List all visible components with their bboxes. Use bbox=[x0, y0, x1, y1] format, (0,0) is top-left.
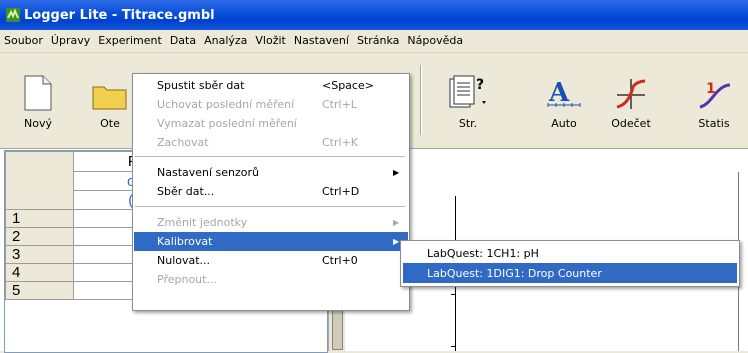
examine-button[interactable]: Odečet bbox=[601, 59, 661, 139]
svg-text:?: ? bbox=[476, 77, 484, 93]
menu-item-sensor-setup[interactable]: Nastavení senzorů ▶ bbox=[134, 163, 408, 182]
window-title: Logger Lite - Titrace.gmbl bbox=[24, 7, 215, 23]
menu-item-data-collection[interactable]: Sběr dat... Ctrl+D bbox=[134, 182, 408, 201]
graph-y-tick bbox=[451, 346, 455, 347]
submenu-item-ph-sensor[interactable]: LabQuest: 1CH1: pH bbox=[403, 243, 737, 263]
statistics-icon: 1 bbox=[696, 67, 732, 111]
menu-vlozit[interactable]: Vložit bbox=[251, 31, 289, 51]
menu-separator bbox=[135, 156, 405, 157]
menu-soubor[interactable]: Soubor bbox=[0, 31, 47, 51]
menu-stranka[interactable]: Stránka bbox=[353, 31, 403, 51]
examine-icon bbox=[613, 67, 649, 111]
menu-item-clear-latest[interactable]: Vymazat poslední měření bbox=[134, 114, 408, 133]
page-icon: ? bbox=[448, 67, 488, 111]
menu-item-calibrate[interactable]: Kalibrovat ▶ bbox=[134, 232, 408, 251]
menu-item-store-latest[interactable]: Uchovat poslední měření Ctrl+L bbox=[134, 95, 408, 114]
menu-item-change-units[interactable]: Změnit jednotky ▶ bbox=[134, 213, 408, 232]
submenu-arrow-icon: ▶ bbox=[393, 237, 400, 246]
submenu-arrow-icon: ▶ bbox=[393, 168, 400, 177]
menu-bar: Soubor Úpravy Experiment Data Analýza Vl… bbox=[0, 30, 748, 53]
autoscale-button[interactable]: A Auto bbox=[534, 59, 594, 139]
toolbar-separator bbox=[420, 65, 422, 135]
row-number[interactable]: 2 bbox=[5, 227, 74, 246]
submenu-item-drop-counter[interactable]: LabQuest: 1DIG1: Drop Counter bbox=[403, 263, 737, 283]
new-document-icon bbox=[24, 67, 52, 111]
menu-napoveda[interactable]: Nápověda bbox=[403, 31, 467, 51]
autoscale-icon: A bbox=[545, 67, 583, 111]
statistics-button[interactable]: 1 Statis bbox=[684, 59, 744, 139]
graph-y-tick bbox=[451, 294, 455, 295]
page-button[interactable]: ? Str. bbox=[438, 59, 498, 139]
open-folder-icon bbox=[92, 67, 128, 111]
menu-item-switch[interactable]: Přepnout... bbox=[134, 270, 408, 289]
menu-experiment[interactable]: Experiment bbox=[94, 31, 166, 51]
calibrate-submenu: LabQuest: 1CH1: pH LabQuest: 1DIG1: Drop… bbox=[400, 240, 740, 287]
title-bar[interactable]: Logger Lite - Titrace.gmbl bbox=[0, 0, 748, 30]
menu-data[interactable]: Data bbox=[166, 31, 200, 51]
menu-analyza[interactable]: Analýza bbox=[200, 31, 251, 51]
row-number[interactable]: 1 bbox=[5, 209, 74, 228]
open-button[interactable]: Ote bbox=[80, 59, 140, 139]
menu-item-keep[interactable]: Zachovat Ctrl+K bbox=[134, 133, 408, 152]
logger-lite-app-icon bbox=[6, 8, 20, 22]
menu-nastaveni[interactable]: Nastavení bbox=[290, 31, 353, 51]
row-number[interactable]: 3 bbox=[5, 245, 74, 264]
menu-item-start-collection[interactable]: Spustit sběr dat <Space> bbox=[134, 76, 408, 95]
row-number[interactable]: 4 bbox=[5, 263, 74, 282]
new-button[interactable]: Nový bbox=[8, 59, 68, 139]
svg-text:A: A bbox=[548, 78, 570, 108]
corner-cell bbox=[5, 151, 74, 210]
row-number[interactable]: 5 bbox=[5, 281, 74, 300]
menu-item-zero[interactable]: Nulovat... Ctrl+0 bbox=[134, 251, 408, 270]
menu-separator bbox=[135, 206, 405, 207]
menu-upravy[interactable]: Úpravy bbox=[47, 31, 94, 51]
experiment-menu: Spustit sběr dat <Space> Uchovat posledn… bbox=[132, 73, 410, 311]
submenu-arrow-icon: ▶ bbox=[393, 218, 400, 227]
